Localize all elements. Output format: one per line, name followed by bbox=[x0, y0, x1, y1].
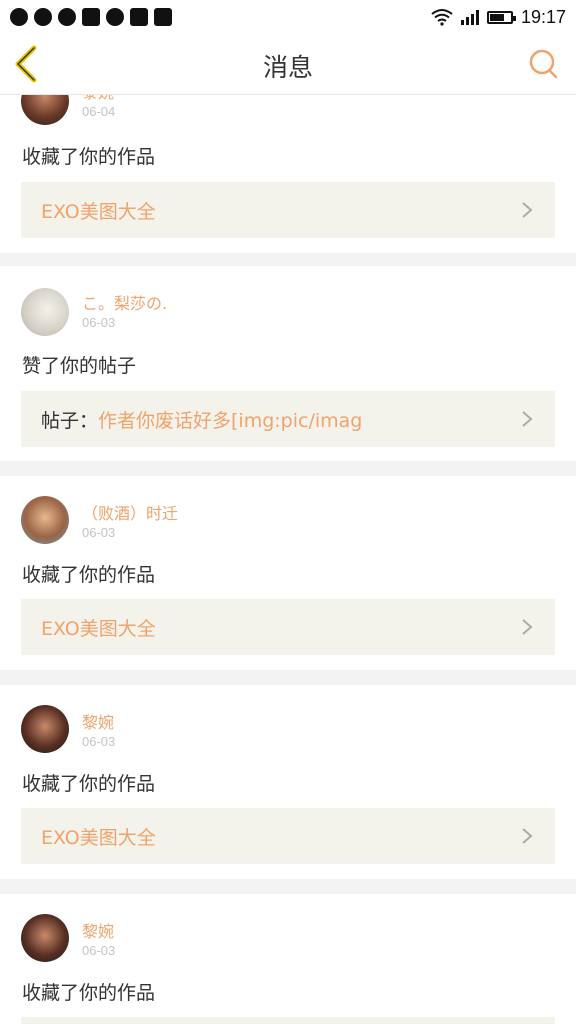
battery-icon bbox=[486, 10, 516, 24]
referenced-item[interactable] bbox=[21, 1017, 555, 1024]
message-action: 收藏了你的作品 bbox=[22, 564, 156, 586]
nav-bar: 消息 bbox=[0, 34, 576, 95]
globe-icon bbox=[106, 8, 124, 26]
sync-icon bbox=[34, 8, 52, 26]
message-icon bbox=[58, 8, 76, 26]
message-card: （败酒）时迁 06-03 收藏了你的作品 EXO美图大全 bbox=[0, 476, 576, 670]
referenced-item[interactable]: 帖子： 作者你废话好多[img:pic/imag bbox=[21, 391, 555, 447]
grid-icon bbox=[154, 8, 172, 26]
message-action: 收藏了你的作品 bbox=[22, 146, 156, 168]
message-list[interactable]: 黎婉 06-04 收藏了你的作品 EXO美图大全 こ。梨莎の. 06-03 赞了… bbox=[0, 95, 576, 1024]
message-card: こ。梨莎の. 06-03 赞了你的帖子 帖子： 作者你废话好多[img:pic/… bbox=[0, 266, 576, 461]
signal-icon bbox=[460, 9, 479, 25]
message-card: 黎婉 06-03 收藏了你的作品 bbox=[0, 894, 576, 1024]
ref-prefix: 帖子： bbox=[41, 409, 99, 432]
username[interactable]: こ。梨莎の. bbox=[82, 290, 167, 314]
avatar[interactable] bbox=[21, 288, 69, 336]
message-card: 黎婉 06-03 收藏了你的作品 EXO美图大全 bbox=[0, 685, 576, 879]
referenced-item[interactable]: EXO美图大全 bbox=[21, 599, 555, 655]
avatar[interactable] bbox=[21, 705, 69, 753]
referenced-item[interactable]: EXO美图大全 bbox=[21, 182, 555, 238]
status-time: 19:17 bbox=[520, 6, 566, 27]
chevron-right-icon bbox=[522, 411, 533, 427]
username[interactable]: （败酒）时迁 bbox=[82, 500, 178, 524]
message-action: 收藏了你的作品 bbox=[22, 982, 156, 1004]
message-date: 06-03 bbox=[82, 525, 116, 540]
search-icon[interactable] bbox=[528, 48, 560, 80]
app-icon bbox=[130, 8, 148, 26]
status-bar: 19:17 bbox=[0, 0, 576, 34]
ref-title: EXO美图大全 bbox=[41, 617, 156, 640]
username[interactable]: 黎婉 bbox=[82, 918, 114, 942]
page-title: 消息 bbox=[262, 53, 313, 82]
message-date: 06-04 bbox=[82, 104, 116, 119]
wifi-icon bbox=[431, 9, 453, 26]
ref-title: EXO美图大全 bbox=[41, 826, 156, 849]
referenced-item[interactable]: EXO美图大全 bbox=[21, 808, 555, 864]
chat-icon bbox=[10, 8, 28, 26]
message-date: 06-03 bbox=[82, 943, 116, 958]
chevron-right-icon bbox=[522, 828, 533, 844]
message-card: 黎婉 06-04 收藏了你的作品 EXO美图大全 bbox=[0, 95, 576, 253]
ref-title: 作者你废话好多[img:pic/imag bbox=[98, 409, 363, 432]
ref-title: EXO美图大全 bbox=[41, 200, 156, 223]
chevron-right-icon bbox=[522, 619, 533, 635]
message-date: 06-03 bbox=[82, 734, 116, 749]
message-date: 06-03 bbox=[82, 315, 116, 330]
avatar[interactable] bbox=[21, 496, 69, 544]
image-icon bbox=[82, 8, 100, 26]
message-action: 赞了你的帖子 bbox=[22, 355, 137, 377]
avatar[interactable] bbox=[21, 95, 69, 125]
notification-icons bbox=[10, 8, 172, 26]
username[interactable]: 黎婉 bbox=[82, 709, 114, 733]
chevron-right-icon bbox=[522, 202, 533, 218]
message-action: 收藏了你的作品 bbox=[22, 773, 156, 795]
username[interactable]: 黎婉 bbox=[82, 95, 114, 103]
avatar[interactable] bbox=[21, 914, 69, 962]
